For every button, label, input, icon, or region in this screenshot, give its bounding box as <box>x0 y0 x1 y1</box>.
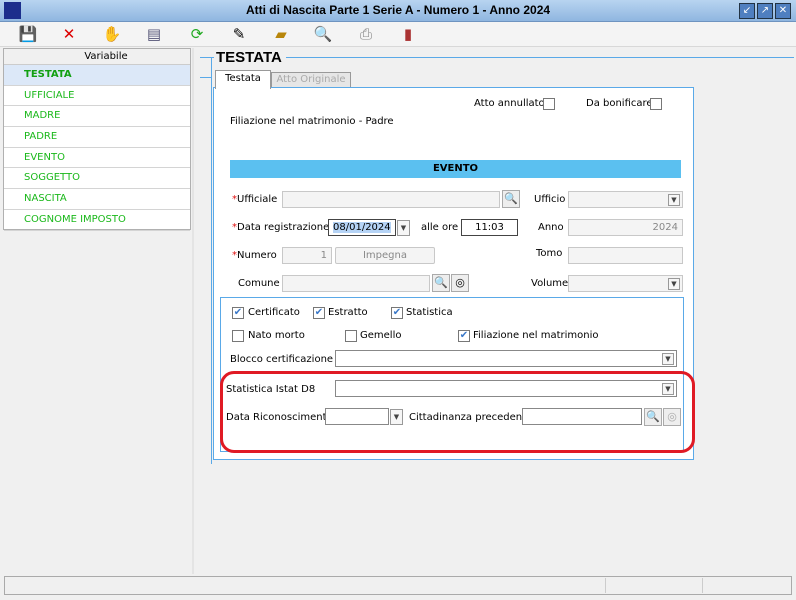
cittadinanza-globe-icon[interactable]: ◎ <box>663 408 681 426</box>
nato-morto-checkbox[interactable] <box>232 330 244 342</box>
nato-morto-label: Nato morto <box>248 330 305 341</box>
refresh-icon[interactable]: ⟳ <box>186 24 208 44</box>
tomo-label: Tomo <box>536 248 563 259</box>
ufficiale-search-icon[interactable]: 🔍 <box>502 190 520 208</box>
statistica-label: Statistica <box>406 307 453 318</box>
search-user-icon[interactable]: 🔍 <box>312 24 334 44</box>
ufficiale-label: Ufficiale <box>237 194 278 205</box>
book-icon[interactable]: ▰ <box>270 24 292 44</box>
list-item-evento[interactable]: EVENTO <box>4 148 190 169</box>
section-frame <box>200 57 794 67</box>
section-title: TESTATA <box>214 49 286 66</box>
anno-field[interactable]: 2024 <box>568 219 683 236</box>
filiazione-label: Filiazione nel matrimonio <box>473 330 599 341</box>
numero-field[interactable]: 1 <box>282 247 332 264</box>
list-item-nascita[interactable]: NASCITA <box>4 189 190 210</box>
blocco-select[interactable]: ▼ <box>335 350 677 367</box>
atto-annullato-label: Atto annullato <box>474 98 545 109</box>
cittadinanza-field[interactable] <box>522 408 642 425</box>
close-button[interactable]: ✕ <box>775 3 791 19</box>
list-item-cognome-imposto[interactable]: COGNOME IMPOSTO <box>4 210 190 231</box>
comune-globe-icon[interactable]: ◎ <box>451 274 469 292</box>
evento-band: EVENTO <box>230 160 681 178</box>
status-bar <box>4 576 792 595</box>
comune-label: Comune <box>238 278 280 289</box>
data-riconoscimento-label: Data Riconoscimento <box>226 412 333 423</box>
numero-label: Numero <box>237 250 277 261</box>
ufficio-select[interactable]: ▼ <box>568 191 683 208</box>
cittadinanza-label: Cittadinanza precedente <box>409 412 533 423</box>
list-item-soggetto[interactable]: SOGGETTO <box>4 168 190 190</box>
estratto-checkbox[interactable]: ✔ <box>313 307 325 319</box>
testata-panel: Atto annullato Da bonificare Filiazione … <box>213 87 695 460</box>
data-registrazione-label: Data registrazione <box>237 222 330 233</box>
tab-testata[interactable]: Testata <box>215 70 271 89</box>
window-title: Atti di Nascita Parte 1 Serie A - Numero… <box>245 3 551 17</box>
istat-select[interactable]: ▼ <box>335 380 677 397</box>
ufficio-label: Ufficio <box>534 194 566 205</box>
document-icon[interactable]: ▤ <box>143 24 165 44</box>
statistica-checkbox[interactable]: ✔ <box>391 307 403 319</box>
data-registrazione-field[interactable]: 08/01/2024 <box>333 222 391 233</box>
tab-atto-originale[interactable]: Atto Originale <box>271 72 351 87</box>
toolbar: 💾 ✕ ✋ ▤ ⟳ ✎ ▰ 🔍 ⎙ ▮ <box>0 22 796 47</box>
data-riconoscimento-field[interactable] <box>325 408 389 425</box>
blocco-label: Blocco certificazione <box>230 354 334 365</box>
comune-search-icon[interactable]: 🔍 <box>432 274 450 292</box>
section-line <box>211 78 212 464</box>
minimize-button[interactable]: ↙ <box>739 3 755 19</box>
alle-ore-label: alle ore <box>421 222 459 233</box>
volume-select[interactable]: ▼ <box>568 275 683 292</box>
impegna-button[interactable]: Impegna <box>335 247 435 264</box>
list-item-padre[interactable]: PADRE <box>4 127 190 148</box>
list-item-ufficiale[interactable]: UFFICIALE <box>4 86 190 107</box>
certificato-checkbox[interactable]: ✔ <box>232 307 244 319</box>
tomo-field[interactable] <box>568 247 683 264</box>
certificato-label: Certificato <box>248 307 300 318</box>
date-dropdown-icon[interactable]: ▼ <box>390 409 403 425</box>
title-bar: Atti di Nascita Parte 1 Serie A - Numero… <box>0 0 796 22</box>
atto-annullato-checkbox[interactable] <box>543 98 555 110</box>
filiazione-checkbox[interactable]: ✔ <box>458 330 470 342</box>
da-bonificare-label: Da bonificare <box>586 98 653 109</box>
comune-field[interactable] <box>282 275 430 292</box>
hand-icon[interactable]: ✋ <box>101 24 123 44</box>
print-icon[interactable]: ⎙ <box>355 24 377 44</box>
splitter[interactable] <box>192 48 194 574</box>
anno-label: Anno <box>538 222 564 233</box>
list-item-madre[interactable]: MADRE <box>4 106 190 128</box>
maximize-button[interactable]: ↗ <box>757 3 773 19</box>
status-pane <box>702 578 790 593</box>
edit-icon[interactable]: ✎ <box>228 24 250 44</box>
date-dropdown-icon[interactable]: ▼ <box>397 220 410 236</box>
save-icon[interactable]: 💾 <box>17 24 39 44</box>
estratto-label: Estratto <box>328 307 368 318</box>
istat-label: Statistica Istat D8 <box>226 384 316 395</box>
volume-label: Volume <box>531 278 569 289</box>
cittadinanza-search-icon[interactable]: 🔍 <box>644 408 662 426</box>
list-item-testata[interactable]: TESTATA <box>4 65 190 86</box>
gemello-checkbox[interactable] <box>345 330 357 342</box>
archive-icon[interactable]: ▮ <box>397 24 419 44</box>
ora-field[interactable]: 11:03 <box>461 219 518 236</box>
variable-list: Variabile TESTATA UFFICIALE MADRE PADRE … <box>3 48 191 231</box>
ufficiale-field[interactable] <box>282 191 500 208</box>
filiazione-header: Filiazione nel matrimonio - Padre <box>230 116 394 127</box>
section-connector <box>200 57 212 78</box>
gemello-label: Gemello <box>360 330 402 341</box>
list-header: Variabile <box>4 49 190 65</box>
da-bonificare-checkbox[interactable] <box>650 98 662 110</box>
delete-icon[interactable]: ✕ <box>58 24 80 44</box>
status-pane <box>605 578 700 593</box>
